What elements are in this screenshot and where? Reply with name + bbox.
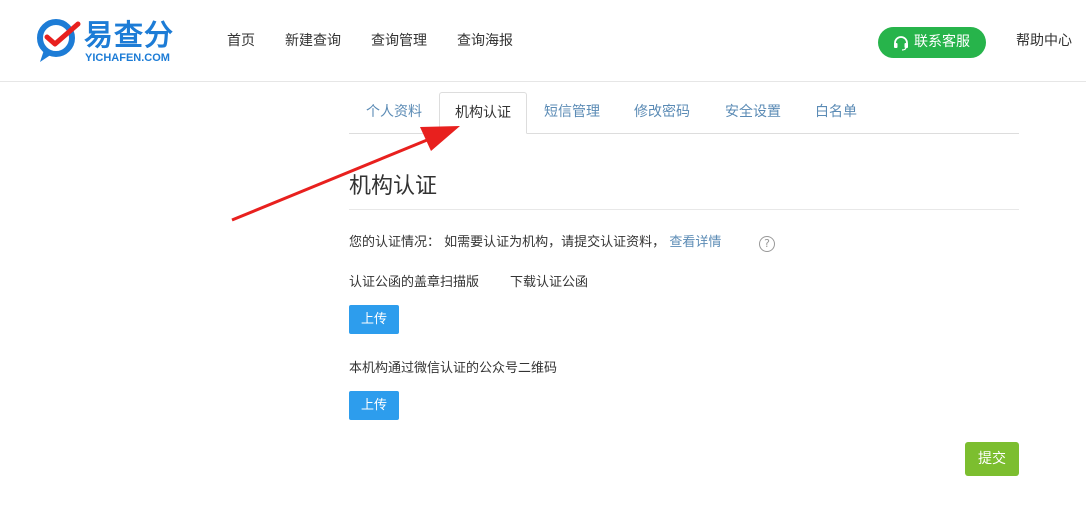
logo-brand-text: 易查分 — [84, 18, 175, 52]
letter-scan-label: 认证公函的盖章扫描版 — [349, 275, 480, 290]
page-title: 机构认证 — [349, 174, 438, 199]
tab-whitelist[interactable]: 白名单 — [799, 92, 873, 133]
download-letter-link[interactable]: 下载认证公函 — [510, 274, 588, 292]
status-text: 如需要认证为机构，请提交认证资料， — [444, 235, 666, 250]
checkmark-chat-bubble-icon — [37, 19, 81, 62]
contact-support-button[interactable]: 联系客服 — [878, 27, 986, 58]
page: 易查分 YICHAFEN.COM 首页 新建查询 查询管理 查询海报 联系客服 … — [0, 0, 1086, 518]
qrcode-label: 本机构通过微信认证的公众号二维码 — [349, 361, 558, 376]
verification-status: 您的认证情况： 如需要认证为机构，请提交认证资料， 查看详情 — [349, 234, 721, 252]
title-divider — [349, 209, 1019, 210]
tab-change-password[interactable]: 修改密码 — [617, 92, 707, 133]
headset-icon — [894, 36, 908, 51]
yichafen-logo[interactable]: 易查分 YICHAFEN.COM — [36, 16, 181, 68]
top-header: 易查分 YICHAFEN.COM 首页 新建查询 查询管理 查询海报 联系客服 … — [0, 0, 1086, 82]
question-circle-icon[interactable]: ? — [759, 236, 775, 252]
status-label: 您的认证情况： — [349, 235, 441, 250]
upload-qrcode-button[interactable]: 上传 — [349, 391, 399, 420]
nav-query-poster[interactable]: 查询海报 — [457, 31, 513, 51]
contact-support-label: 联系客服 — [914, 34, 970, 50]
tab-org-verification[interactable]: 机构认证 — [439, 92, 527, 134]
nav-new-query[interactable]: 新建查询 — [285, 31, 341, 51]
logo-domain-text: YICHAFEN.COM — [85, 52, 170, 64]
help-center-link[interactable]: 帮助中心 — [1016, 31, 1072, 51]
view-details-link[interactable]: 查看详情 — [669, 235, 721, 250]
account-tabs: 个人资料 机构认证 短信管理 修改密码 安全设置 白名单 — [349, 92, 1019, 134]
submit-button[interactable]: 提交 — [965, 442, 1019, 476]
tab-profile[interactable]: 个人资料 — [349, 92, 439, 133]
nav-home[interactable]: 首页 — [227, 31, 255, 51]
tab-security-settings[interactable]: 安全设置 — [707, 92, 799, 133]
tab-sms-manage[interactable]: 短信管理 — [527, 92, 617, 133]
nav-query-manage[interactable]: 查询管理 — [371, 31, 427, 51]
upload-letter-button[interactable]: 上传 — [349, 305, 399, 334]
